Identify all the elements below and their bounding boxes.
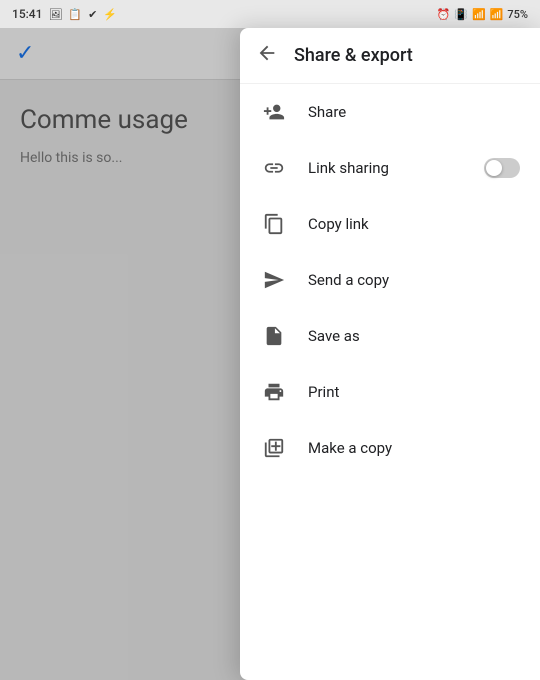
duplicate-icon [260,437,288,459]
file-icon [260,325,288,347]
menu-item-print[interactable]: Print [240,364,540,420]
menu-item-send-copy[interactable]: Send a copy [240,252,540,308]
menu-header: Share & export [240,28,540,84]
menu-item-share[interactable]: Share [240,84,540,140]
status-left: 15:41 🖼 📋 ✔ ⚡ [12,7,117,21]
back-button[interactable] [256,42,278,69]
person-add-icon [260,101,288,123]
alarm-icon: ⏰ [437,8,451,21]
send-icon [260,269,288,291]
link-sharing-label: Link sharing [308,159,464,177]
menu-item-save-as[interactable]: Save as [240,308,540,364]
menu-item-copy-link[interactable]: Copy link [240,196,540,252]
send-copy-label: Send a copy [308,271,520,289]
vibrate-icon: 📳 [454,8,468,21]
link-sharing-toggle[interactable] [484,158,520,178]
menu-panel: Share & export Share Link sharing Copy l… [240,28,540,680]
menu-title: Share & export [294,45,413,66]
signal-icon: 📶 [490,8,504,21]
print-icon [260,381,288,403]
share-label: Share [308,103,520,121]
wifi-icon: 📶 [472,8,486,21]
notif-icon-4: ⚡ [103,8,117,21]
copy-link-label: Copy link [308,215,520,233]
menu-item-link-sharing[interactable]: Link sharing [240,140,540,196]
copy-icon [260,213,288,235]
save-as-label: Save as [308,327,520,345]
notif-icon-1: 🖼 [48,8,62,21]
battery: 75% [507,8,528,21]
time: 15:41 [12,7,42,21]
notif-icon-3: ✔ [88,8,97,21]
status-bar: 15:41 🖼 📋 ✔ ⚡ ⏰ 📳 📶 📶 75% [0,0,540,28]
notif-icon-2: 📋 [68,8,82,21]
status-right: ⏰ 📳 📶 📶 75% [437,8,528,21]
menu-item-make-copy[interactable]: Make a copy [240,420,540,476]
print-label: Print [308,383,520,401]
make-copy-label: Make a copy [308,439,520,457]
link-icon [260,157,288,179]
